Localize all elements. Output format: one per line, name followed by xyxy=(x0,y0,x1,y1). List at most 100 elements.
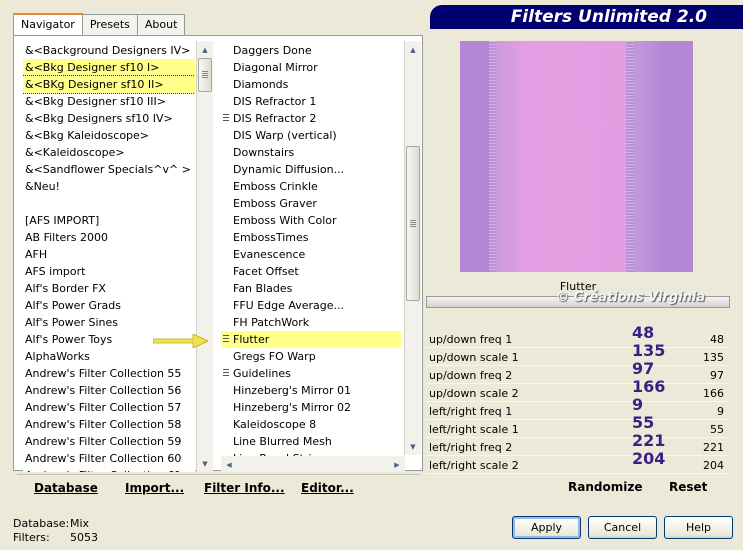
filter-hscrollbar[interactable]: ◀ ▶ xyxy=(221,456,405,472)
category-item[interactable]: AFH xyxy=(23,246,195,263)
filter-item[interactable]: Emboss Crinkle xyxy=(221,178,401,195)
filter-item[interactable]: Dynamic Diffusion... xyxy=(221,161,401,178)
tab-about[interactable]: About xyxy=(136,14,186,35)
database-info: Database:Mix Filters: 5053 xyxy=(13,517,98,545)
scroll-right-icon[interactable]: ▶ xyxy=(389,456,405,473)
filter-item-label: Gregs FO Warp xyxy=(233,350,316,363)
cancel-button[interactable]: Cancel xyxy=(588,516,657,539)
apply-button[interactable]: Apply xyxy=(512,516,581,539)
filter-item[interactable]: Evanescence xyxy=(221,246,401,263)
category-item[interactable]: Alf's Border FX xyxy=(23,280,195,297)
category-item[interactable]: Andrew's Filter Collection 59 xyxy=(23,433,195,450)
category-item[interactable]: &Neu! xyxy=(23,178,195,195)
tab-navigator[interactable]: Navigator xyxy=(13,13,83,35)
database-value: Mix xyxy=(70,517,90,530)
filter-item[interactable]: Line Blurred Mesh xyxy=(221,433,401,450)
category-item[interactable]: &<Sandflower Specials^v^ > xyxy=(23,161,195,178)
category-item[interactable] xyxy=(23,195,195,212)
param-label: left/right freq 2 xyxy=(429,441,513,454)
category-list[interactable]: &<Background Designers IV> &<Bkg Designer… xyxy=(23,42,195,472)
database-button[interactable]: Database xyxy=(34,481,98,495)
category-item[interactable]: &<Bkg Designer sf10 III> xyxy=(23,93,195,110)
category-item[interactable]: Andrew's Filter Collection 60 xyxy=(23,450,195,467)
filter-item[interactable]: Downstairs xyxy=(221,144,401,161)
param-label: up/down freq 2 xyxy=(429,369,513,382)
filter-list[interactable]: Daggers Done Diagonal Mirror Diamonds DIS R… xyxy=(221,42,401,472)
category-item[interactable]: AB Filters 2000 xyxy=(23,229,195,246)
category-item[interactable]: &<Bkg Designer sf10 I> xyxy=(23,59,195,76)
filter-item-label: Diagonal Mirror xyxy=(233,61,318,74)
tab-presets[interactable]: Presets xyxy=(81,14,138,35)
filter-item[interactable]: Diagonal Mirror xyxy=(221,59,401,76)
filter-item[interactable]: Guidelines xyxy=(221,365,401,382)
param-slider-row[interactable]: left/right scale 2 204 204 xyxy=(426,449,730,474)
filter-item-label: Guidelines xyxy=(233,367,291,380)
scroll-up-icon[interactable]: ▲ xyxy=(197,41,213,58)
filter-item[interactable]: EmbossTimes xyxy=(221,229,401,246)
category-item[interactable]: &<Bkg Designers sf10 IV> xyxy=(23,110,195,127)
filters-key: Filters: xyxy=(13,531,50,544)
category-item[interactable]: Andrew's Filter Collection 56 xyxy=(23,382,195,399)
scroll-thumb[interactable] xyxy=(198,58,212,92)
filter-item[interactable]: Flutter xyxy=(221,331,401,348)
param-slider-row[interactable]: left/right scale 1 55 55 xyxy=(426,413,730,438)
filter-item[interactable]: Hinzeberg's Mirror 02 xyxy=(221,399,401,416)
import-button[interactable]: Import... xyxy=(125,481,184,495)
param-value: 97 xyxy=(710,369,724,382)
drag-grip-icon xyxy=(223,335,229,344)
help-button[interactable]: Help xyxy=(664,516,733,539)
param-value-large: 55 xyxy=(632,413,655,432)
scroll-down-icon[interactable]: ▼ xyxy=(197,455,213,472)
category-scrollbar[interactable]: ▲ ▼ xyxy=(196,41,213,472)
filter-item[interactable]: Kaleidoscope 8 xyxy=(221,416,401,433)
filter-item[interactable]: DIS Warp (vertical) xyxy=(221,127,401,144)
filter-item[interactable]: Daggers Done xyxy=(221,42,401,59)
param-slider-row[interactable]: left/right freq 1 9 9 xyxy=(426,395,730,420)
editor-button[interactable]: Editor... xyxy=(301,481,354,495)
filter-item[interactable]: Fan Blades xyxy=(221,280,401,297)
param-slider-row[interactable]: up/down freq 1 48 48 xyxy=(426,323,730,348)
category-item[interactable]: Andrew's Filter Collection 61 xyxy=(23,467,195,472)
filter-item[interactable]: Gregs FO Warp xyxy=(221,348,401,365)
category-item[interactable]: &<Bkg Kaleidoscope> xyxy=(23,127,195,144)
scroll-up-icon[interactable]: ▲ xyxy=(405,41,421,58)
filter-item-label: Hinzeberg's Mirror 02 xyxy=(233,401,352,414)
filter-item[interactable]: DIS Refractor 2 xyxy=(221,110,401,127)
scroll-thumb[interactable] xyxy=(406,146,420,301)
param-slider-row[interactable]: left/right freq 2 221 221 xyxy=(426,431,730,456)
category-item[interactable]: &<Background Designers IV> xyxy=(23,42,195,59)
category-item[interactable]: Andrew's Filter Collection 58 xyxy=(23,416,195,433)
param-label: up/down scale 2 xyxy=(429,387,519,400)
filter-item[interactable]: FH PatchWork xyxy=(221,314,401,331)
scroll-down-icon[interactable]: ▼ xyxy=(405,438,421,455)
randomize-button[interactable]: Randomize xyxy=(568,480,642,494)
filter-item[interactable]: Diamonds xyxy=(221,76,401,93)
param-slider-row[interactable]: up/down scale 1 135 135 xyxy=(426,341,730,366)
category-item[interactable]: &<BKg Designer sf10 II> xyxy=(23,75,195,94)
filter-info-button[interactable]: Filter Info... xyxy=(204,481,285,495)
filter-item[interactable]: FFU Edge Average... xyxy=(221,297,401,314)
filter-item[interactable]: DIS Refractor 1 xyxy=(221,93,401,110)
scroll-left-icon[interactable]: ◀ xyxy=(221,456,237,473)
param-slider-row[interactable]: up/down scale 2 166 166 xyxy=(426,377,730,402)
category-item[interactable]: Alf's Power Sines xyxy=(23,314,195,331)
category-item[interactable]: Andrew's Filter Collection 57 xyxy=(23,399,195,416)
filter-item[interactable]: Facet Offset xyxy=(221,263,401,280)
category-item[interactable]: AlphaWorks xyxy=(23,348,195,365)
parameter-panel: Flutter © Créations Virginia up/down fre… xyxy=(426,276,730,494)
category-item[interactable]: [AFS IMPORT] xyxy=(23,212,195,229)
category-item[interactable]: Alf's Power Grads xyxy=(23,297,195,314)
category-item[interactable]: &<Kaleidoscope> xyxy=(23,144,195,161)
filter-item[interactable]: Emboss With Color xyxy=(221,212,401,229)
filter-item-label: Facet Offset xyxy=(233,265,299,278)
param-value-large: 97 xyxy=(632,359,655,378)
category-item[interactable]: Andrew's Filter Collection 55 xyxy=(23,365,195,382)
category-item[interactable]: AFS import xyxy=(23,263,195,280)
filter-scrollbar[interactable]: ▲ ▼ xyxy=(404,41,421,455)
param-slider-row[interactable]: up/down freq 2 97 97 xyxy=(426,359,730,384)
param-value: 166 xyxy=(703,387,724,400)
filter-item[interactable]: Hinzeberg's Mirror 01 xyxy=(221,382,401,399)
reset-button[interactable]: Reset xyxy=(669,480,707,494)
watermark-text: © Créations Virginia xyxy=(556,290,706,305)
filter-item[interactable]: Emboss Graver xyxy=(221,195,401,212)
